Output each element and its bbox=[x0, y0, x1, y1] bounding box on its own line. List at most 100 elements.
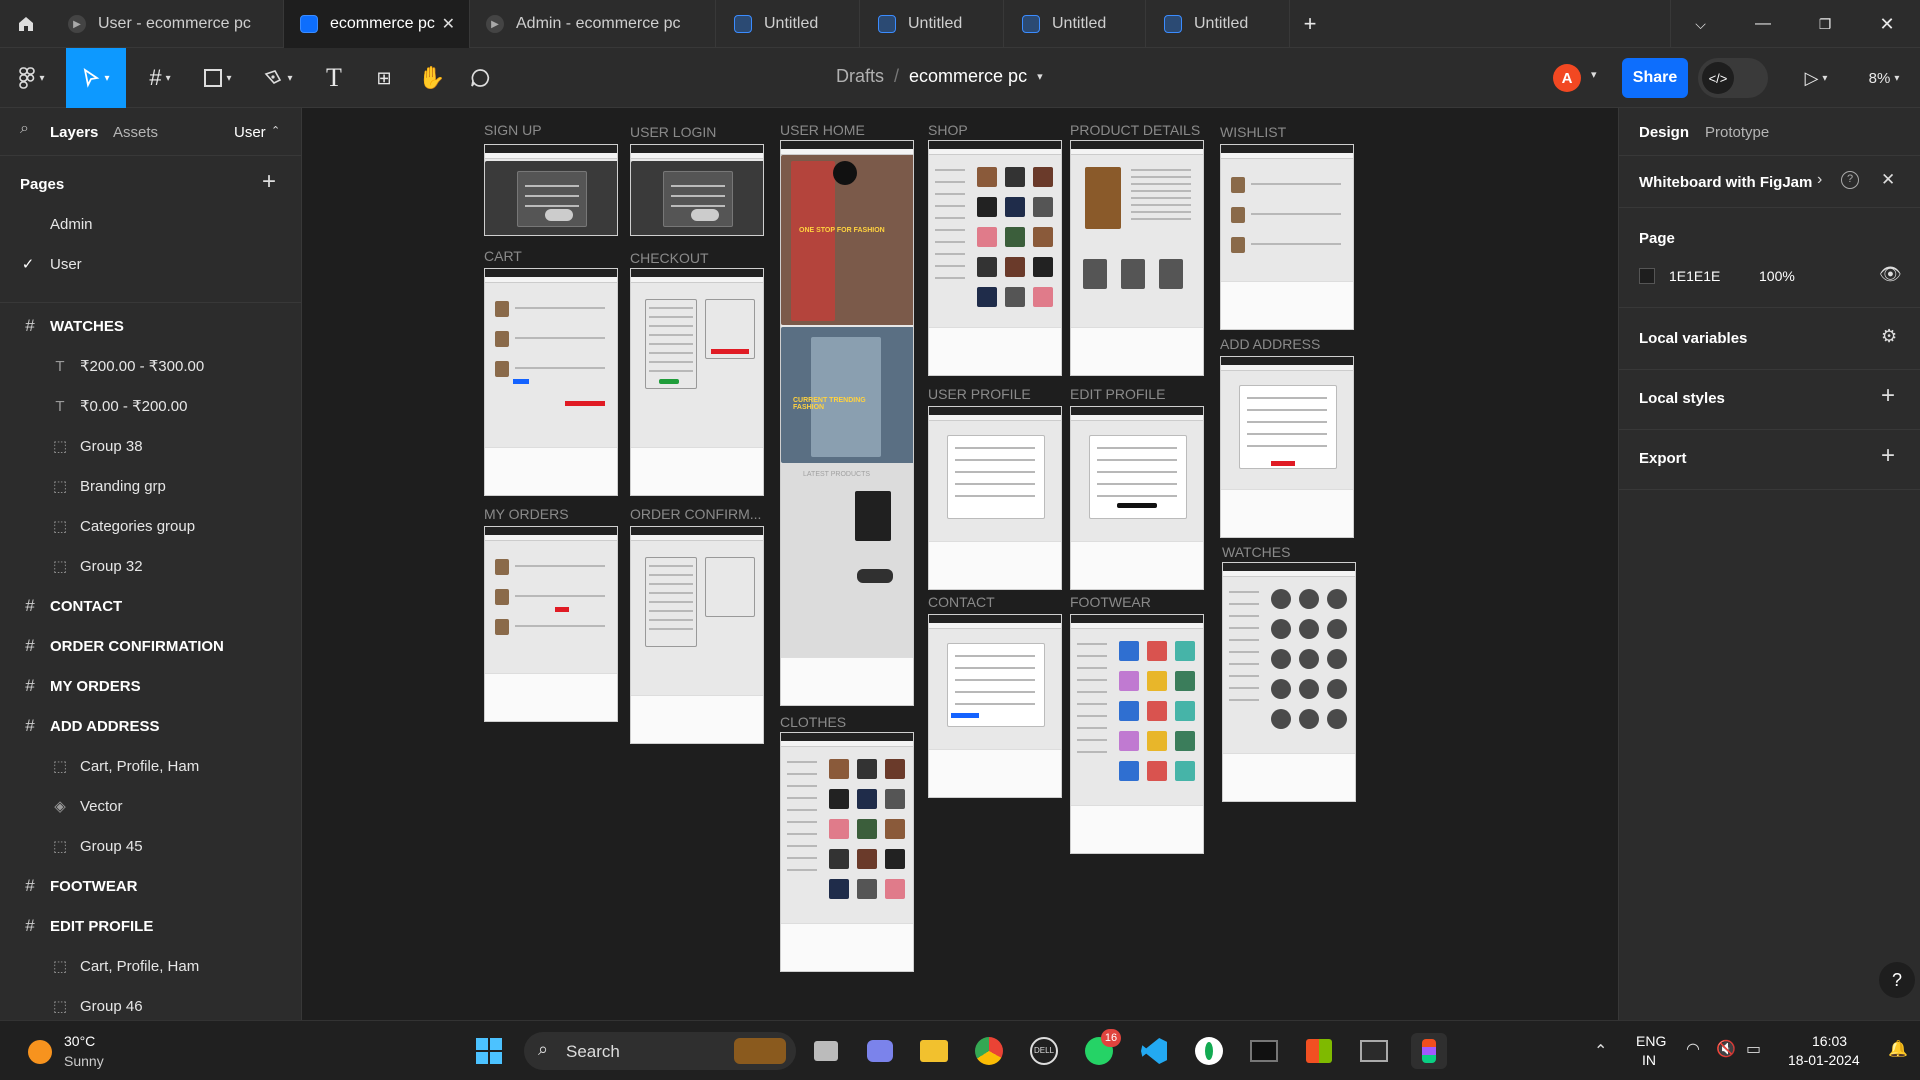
frame-thumbnail[interactable] bbox=[484, 526, 618, 722]
frame-thumbnail[interactable] bbox=[928, 406, 1062, 590]
breadcrumb-parent[interactable]: Drafts bbox=[836, 66, 884, 87]
frame-label[interactable]: USER PROFILE bbox=[928, 386, 1031, 402]
frame-label[interactable]: SHOP bbox=[928, 122, 968, 138]
chevron-up-icon[interactable]: ⌃ bbox=[1594, 1041, 1607, 1061]
frame-thumbnail[interactable]: ONE STOP FOR FASHION CURRENT TRENDING FAS… bbox=[780, 140, 914, 706]
mute-icon[interactable]: 🔇 bbox=[1716, 1039, 1736, 1059]
chevron-down-icon[interactable]: ▾ bbox=[1591, 68, 1597, 81]
move-tool[interactable]: ▾ bbox=[66, 48, 126, 108]
page-opacity-value[interactable]: 100% bbox=[1759, 268, 1795, 284]
wifi-icon[interactable]: ◠ bbox=[1686, 1039, 1700, 1059]
layer-item[interactable]: ⬚ Group 32 bbox=[0, 546, 301, 586]
export-row[interactable]: Export + bbox=[1619, 430, 1920, 490]
frame-label[interactable]: USER HOME bbox=[780, 122, 865, 138]
vscode-button[interactable] bbox=[1136, 1033, 1172, 1069]
frame-label[interactable]: WATCHES bbox=[1222, 544, 1290, 560]
tab-untitled-2[interactable]: Untitled bbox=[860, 0, 1004, 48]
frame-label[interactable]: ORDER CONFIRM... bbox=[630, 506, 761, 522]
frame-label[interactable]: ADD ADDRESS bbox=[1220, 336, 1320, 352]
frame-thumbnail[interactable] bbox=[484, 144, 618, 236]
language-top[interactable]: ENG bbox=[1636, 1033, 1666, 1049]
pen-tool[interactable]: ▾ bbox=[256, 48, 300, 108]
frame-label[interactable]: CART bbox=[484, 248, 522, 264]
chevron-down-icon[interactable]: ▾ bbox=[1037, 70, 1043, 83]
layer-item[interactable]: T ₹0.00 - ₹200.00 bbox=[0, 386, 301, 426]
add-page-button[interactable]: + bbox=[262, 168, 276, 196]
frame-label[interactable]: MY ORDERS bbox=[484, 506, 569, 522]
frame-label[interactable]: FOOTWEAR bbox=[1070, 594, 1151, 610]
frame-label[interactable]: CLOTHES bbox=[780, 714, 846, 730]
layer-item[interactable]: # EDIT PROFILE bbox=[0, 906, 301, 946]
mongodb-button[interactable] bbox=[1191, 1033, 1227, 1069]
help-button[interactable]: ? bbox=[1879, 962, 1915, 998]
frame-thumbnail[interactable] bbox=[928, 614, 1062, 798]
layer-item[interactable]: ⬚ Branding grp bbox=[0, 466, 301, 506]
tab-layers[interactable]: Layers bbox=[50, 124, 98, 141]
layer-item[interactable]: ⬚ Group 46 bbox=[0, 986, 301, 1020]
tab-design[interactable]: Design bbox=[1639, 124, 1689, 141]
frame-thumbnail[interactable] bbox=[780, 732, 914, 972]
frame-thumbnail[interactable] bbox=[630, 268, 764, 496]
frame-thumbnail[interactable] bbox=[1070, 140, 1204, 376]
clock-time[interactable]: 16:03 bbox=[1812, 1033, 1847, 1049]
frame-label[interactable]: CHECKOUT bbox=[630, 250, 709, 266]
language-bottom[interactable]: IN bbox=[1642, 1052, 1656, 1068]
eye-icon[interactable]: 👁 bbox=[1879, 264, 1902, 285]
home-button[interactable] bbox=[0, 0, 52, 48]
page-color-value[interactable]: 1E1E1E bbox=[1669, 268, 1720, 284]
local-variables-row[interactable]: Local variables ⚙ bbox=[1619, 308, 1920, 370]
frame-thumbnail[interactable] bbox=[928, 140, 1062, 376]
frame-label[interactable]: PRODUCT DETAILS bbox=[1070, 122, 1200, 138]
shape-tool[interactable]: ▾ bbox=[196, 48, 240, 108]
page-item-user[interactable]: ✓ User bbox=[0, 244, 301, 284]
search-icon[interactable]: ⌕ bbox=[20, 120, 29, 138]
frame-label[interactable]: USER LOGIN bbox=[630, 124, 716, 140]
frame-thumbnail[interactable] bbox=[630, 144, 764, 236]
tabs-overflow-button[interactable]: ⌵ bbox=[1670, 0, 1730, 48]
layer-item[interactable]: # MY ORDERS bbox=[0, 666, 301, 706]
layer-item[interactable]: ⬚ Cart, Profile, Ham bbox=[0, 946, 301, 986]
layer-item[interactable]: ⬚ Cart, Profile, Ham bbox=[0, 746, 301, 786]
tab-assets[interactable]: Assets bbox=[113, 124, 158, 141]
tab-untitled-4[interactable]: Untitled bbox=[1146, 0, 1290, 48]
terminal-button[interactable] bbox=[1246, 1033, 1282, 1069]
layer-item[interactable]: ⬚ Categories group bbox=[0, 506, 301, 546]
close-window-button[interactable]: ✕ bbox=[1862, 0, 1912, 48]
clock-date[interactable]: 18-01-2024 bbox=[1788, 1052, 1860, 1068]
local-styles-row[interactable]: Local styles + bbox=[1619, 370, 1920, 430]
frame-thumbnail[interactable] bbox=[1070, 406, 1204, 590]
cmd-button[interactable] bbox=[1356, 1033, 1392, 1069]
minimize-button[interactable]: — bbox=[1738, 0, 1788, 48]
task-view-button[interactable] bbox=[808, 1033, 844, 1069]
frame-label[interactable]: SIGN UP bbox=[484, 122, 542, 138]
present-button[interactable]: ▷ ▾ bbox=[1794, 48, 1838, 108]
zoom-dropdown[interactable]: 8% ▾ bbox=[1856, 48, 1912, 108]
frame-thumbnail[interactable] bbox=[1220, 144, 1354, 330]
layer-item[interactable]: # ADD ADDRESS bbox=[0, 706, 301, 746]
hand-tool[interactable]: ✋ bbox=[412, 48, 452, 108]
layer-item[interactable]: # ORDER CONFIRMATION bbox=[0, 626, 301, 666]
tab-ecommerce-pc[interactable]: ecommerce pc ✕ bbox=[284, 0, 470, 48]
tab-admin-ecommerce[interactable]: ▶ Admin - ecommerce pc bbox=[470, 0, 716, 48]
dev-mode-toggle[interactable]: </> bbox=[1698, 58, 1768, 98]
weather-widget[interactable]: 30°C Sunny bbox=[22, 1033, 132, 1073]
layer-item[interactable]: ⬚ Group 45 bbox=[0, 826, 301, 866]
frame-thumbnail[interactable] bbox=[1220, 356, 1354, 538]
file-explorer-button[interactable] bbox=[916, 1033, 952, 1069]
frame-thumbnail[interactable] bbox=[1070, 614, 1204, 854]
close-icon[interactable]: ✕ bbox=[442, 14, 455, 34]
battery-icon[interactable]: ▭ bbox=[1746, 1039, 1761, 1059]
layer-item[interactable]: ⬚ Group 38 bbox=[0, 426, 301, 466]
start-button[interactable] bbox=[471, 1033, 507, 1069]
frame-tool[interactable]: # ▾ bbox=[138, 48, 182, 108]
notification-bell-icon[interactable]: 🔔 bbox=[1888, 1039, 1908, 1059]
layer-item[interactable]: ◈ Vector bbox=[0, 786, 301, 826]
whatsapp-button[interactable]: 16 bbox=[1081, 1029, 1121, 1069]
new-tab-button[interactable]: + bbox=[1290, 0, 1330, 48]
frame-thumbnail[interactable] bbox=[630, 526, 764, 744]
tab-prototype[interactable]: Prototype bbox=[1705, 124, 1769, 141]
layer-item[interactable]: T ₹200.00 - ₹300.00 bbox=[0, 346, 301, 386]
file-name[interactable]: ecommerce pc bbox=[909, 66, 1027, 87]
figma-button[interactable] bbox=[1411, 1033, 1447, 1069]
frame-thumbnail[interactable] bbox=[1222, 562, 1356, 802]
